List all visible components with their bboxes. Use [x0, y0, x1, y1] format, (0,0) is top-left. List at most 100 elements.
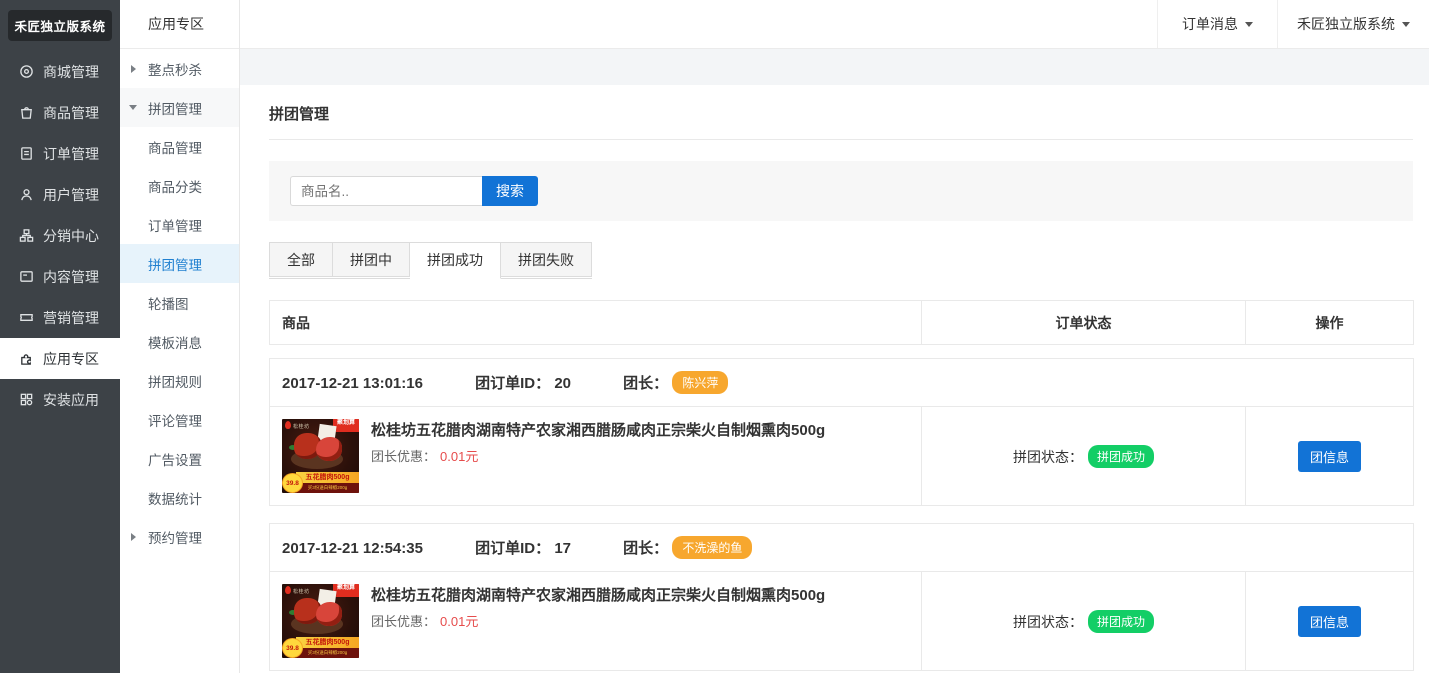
- subnav-label: 拼团规则: [148, 371, 202, 391]
- group-info-button[interactable]: 团信息: [1298, 441, 1361, 472]
- page-title: 拼团管理: [269, 85, 1413, 140]
- order-group: 2017-12-21 12:54:35 团订单ID： 17 团长： 不洗澡的鱼 …: [269, 523, 1414, 671]
- subnav-carousel[interactable]: 轮播图: [120, 283, 239, 322]
- order-id-value: 17: [554, 540, 571, 557]
- shopping-bag-icon: [19, 105, 34, 120]
- caret-right-icon: [131, 65, 136, 73]
- subnav-label: 数据统计: [148, 488, 202, 508]
- tab-failed[interactable]: 拼团失败: [501, 242, 592, 277]
- subnav-label: 广告设置: [148, 449, 202, 469]
- main-nav: 商城管理 商品管理 订单管理 用户管理 分销中心 内容管理 营销管理 应用专区: [0, 51, 120, 420]
- sidebar-item-label: 营销管理: [43, 308, 99, 328]
- leader-discount: 团长优惠：0.01元: [371, 446, 825, 465]
- tab-success[interactable]: 拼团成功: [410, 242, 501, 279]
- search-button[interactable]: 搜索: [482, 176, 538, 206]
- subnav-flash-sale[interactable]: 整点秒杀: [120, 49, 239, 88]
- product-image-brand: 松桂坊: [293, 588, 310, 595]
- search-input[interactable]: [290, 176, 482, 206]
- subnav-reservation[interactable]: 预约管理: [120, 517, 239, 556]
- ticket-icon: [19, 310, 34, 325]
- subnav-label: 订单管理: [148, 215, 202, 235]
- subnav-ads[interactable]: 广告设置: [120, 439, 239, 478]
- group-time: 2017-12-21 13:01:16: [282, 375, 423, 392]
- sidebar-item-goods[interactable]: 商品管理: [0, 92, 120, 133]
- sidebar-item-label: 商品管理: [43, 103, 99, 123]
- leader-label: 团长：: [623, 540, 668, 557]
- sidebar-item-label: 用户管理: [43, 185, 99, 205]
- subnav-groupon[interactable]: 拼团管理: [120, 88, 239, 127]
- discount-label: 团长优惠：: [371, 614, 436, 629]
- product-image-meat: [316, 602, 342, 626]
- order-id-label: 团订单ID：: [475, 540, 550, 557]
- product-image-strip: 买3份送白辣椒200g: [296, 648, 359, 658]
- product-name: 松桂坊五花腊肉湖南特产农家湘西腊肠咸肉正宗柴火自制烟熏肉500g: [371, 421, 825, 441]
- subnav-template-message[interactable]: 模板消息: [120, 322, 239, 361]
- discount-value: 0.01元: [440, 449, 478, 464]
- clipboard-icon: [19, 146, 34, 161]
- group-order-id: 团订单ID： 20: [475, 375, 571, 392]
- order-id-label: 团订单ID：: [475, 375, 550, 392]
- menu-label: 禾匠独立版系统: [1297, 14, 1395, 34]
- subnav-label: 模板消息: [148, 332, 202, 352]
- org-chart-icon: [19, 228, 34, 243]
- menu-label: 订单消息: [1182, 14, 1238, 34]
- product-image-price: 39.8: [283, 639, 302, 657]
- group-meta-row: 2017-12-21 13:01:16 团订单ID： 20 团长： 陈兴萍: [270, 359, 1414, 407]
- sidebar-item-label: 商城管理: [43, 62, 99, 82]
- product-image-price: 39.8: [283, 474, 302, 492]
- status-cell: 拼团状态：拼团成功: [922, 407, 1246, 506]
- subnav-label: 拼团管理: [148, 98, 202, 118]
- product-image-meat: [316, 437, 342, 461]
- group-info-button[interactable]: 团信息: [1298, 606, 1361, 637]
- order-messages-menu[interactable]: 订单消息: [1157, 0, 1277, 48]
- subnav-groupon-manage[interactable]: 拼团管理: [120, 244, 239, 283]
- topbar: 订单消息 禾匠独立版系统: [240, 0, 1429, 49]
- tab-grouping[interactable]: 拼团中: [333, 242, 410, 277]
- sidebar-item-marketing[interactable]: 营销管理: [0, 297, 120, 338]
- product-image-corner-badge: 聚划算: [333, 584, 359, 597]
- product-image-strip: 买3份送白辣椒200g: [296, 483, 359, 493]
- leader-discount: 团长优惠：0.01元: [371, 611, 825, 630]
- sidebar-item-content[interactable]: 内容管理: [0, 256, 120, 297]
- subnav-label: 轮播图: [148, 293, 189, 313]
- main-content: 拼团管理 搜索 全部 拼团中 拼团成功 拼团失败 商品 订单状态 操作 2017…: [240, 49, 1429, 673]
- subnav-label: 整点秒杀: [148, 59, 202, 79]
- main-sidebar: 禾匠独立版系统 商城管理 商品管理 订单管理 用户管理 分销中心 内容管理 营销…: [0, 0, 120, 673]
- sidebar-item-install-apps[interactable]: 安装应用: [0, 379, 120, 420]
- product-cell: 松桂坊 聚划算 五花腊肉500g 买3份送白辣椒200g 39.8: [270, 407, 922, 506]
- subnav-groupon-goods[interactable]: 商品管理: [120, 127, 239, 166]
- subnav-label: 商品管理: [148, 137, 202, 157]
- sidebar-item-users[interactable]: 用户管理: [0, 174, 120, 215]
- sidebar-item-app-zone[interactable]: 应用专区: [0, 338, 120, 379]
- mall-icon: [19, 64, 34, 79]
- tab-all[interactable]: 全部: [269, 242, 333, 277]
- product-name: 松桂坊五花腊肉湖南特产农家湘西腊肠咸肉正宗柴火自制烟熏肉500g: [371, 586, 825, 606]
- sub-sidebar-header: 应用专区: [120, 0, 239, 49]
- group-order-id: 团订单ID： 17: [475, 540, 571, 557]
- subnav-groupon-orders[interactable]: 订单管理: [120, 205, 239, 244]
- status-tabs: 全部 拼团中 拼团成功 拼团失败: [269, 242, 592, 279]
- col-product: 商品: [270, 301, 922, 345]
- subnav-groupon-categories[interactable]: 商品分类: [120, 166, 239, 205]
- product-image-brand: 松桂坊: [293, 423, 310, 430]
- app-logo: 禾匠独立版系统: [8, 10, 112, 41]
- subnav-statistics[interactable]: 数据统计: [120, 478, 239, 517]
- sidebar-item-label: 订单管理: [43, 144, 99, 164]
- flame-icon: [285, 586, 291, 594]
- subnav-comments[interactable]: 评论管理: [120, 400, 239, 439]
- caret-down-icon: [129, 105, 137, 110]
- sidebar-item-distribution[interactable]: 分销中心: [0, 215, 120, 256]
- status-label: 拼团状态：: [1013, 449, 1083, 465]
- sidebar-item-mall[interactable]: 商城管理: [0, 51, 120, 92]
- subnav-groupon-rules[interactable]: 拼团规则: [120, 361, 239, 400]
- sidebar-item-orders[interactable]: 订单管理: [0, 133, 120, 174]
- product-image: 松桂坊 聚划算 五花腊肉500g 买3份送白辣椒200g 39.8: [282, 419, 359, 493]
- action-cell: 团信息: [1246, 572, 1414, 671]
- product-cell: 松桂坊 聚划算 五花腊肉500g 买3份送白辣椒200g 39.8: [270, 572, 922, 671]
- action-cell: 团信息: [1246, 407, 1414, 506]
- leader-badge: 不洗澡的鱼: [672, 536, 752, 559]
- content-window-icon: [19, 269, 34, 284]
- status-cell: 拼团状态：拼团成功: [922, 572, 1246, 671]
- account-menu[interactable]: 禾匠独立版系统: [1277, 0, 1429, 48]
- subnav-label: 评论管理: [148, 410, 202, 430]
